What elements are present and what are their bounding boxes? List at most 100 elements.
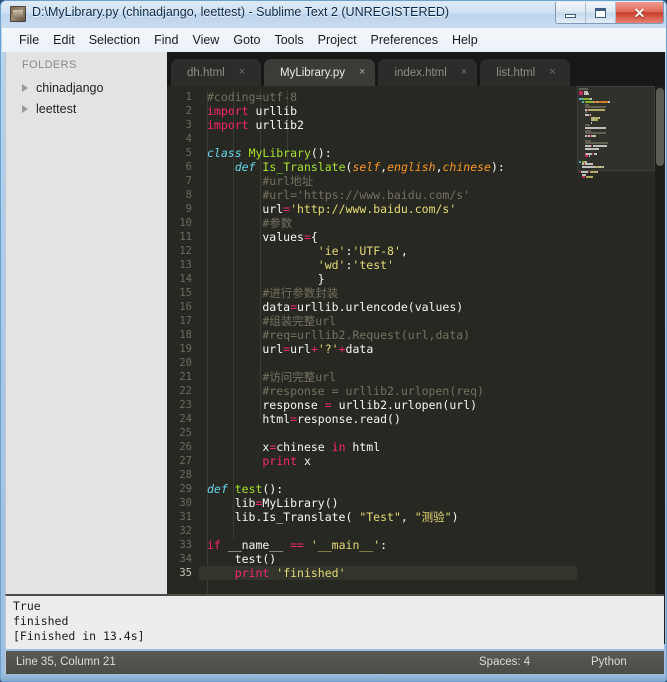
- tab-close-icon[interactable]: ×: [359, 67, 365, 78]
- line-number: 33: [179, 539, 192, 551]
- tab-label: index.html: [394, 66, 447, 79]
- code-line[interactable]: [199, 426, 579, 440]
- sidebar-item-leettest[interactable]: leettest: [6, 98, 167, 119]
- line-number: 11: [179, 231, 192, 243]
- code-token: +: [310, 342, 318, 356]
- code-line[interactable]: class MyLibrary():: [199, 146, 579, 160]
- tab-close-icon[interactable]: ×: [549, 67, 555, 78]
- sidebar-item-chinadjango[interactable]: chinadjango: [6, 77, 167, 98]
- code-token: ):: [490, 160, 505, 174]
- code-token: urllib.urlencode(values): [297, 300, 464, 314]
- minimize-button[interactable]: [556, 2, 586, 23]
- close-icon: ✕: [633, 4, 646, 21]
- code-line[interactable]: test(): [199, 552, 579, 566]
- sidebar: FOLDERS chinadjango leettest: [6, 52, 167, 644]
- close-button[interactable]: ✕: [616, 2, 663, 23]
- code-line[interactable]: url=url+'?'+data: [199, 342, 579, 356]
- line-number: 35: [179, 567, 192, 579]
- code-content[interactable]: #coding=utf-8 import urllib import urllib2…: [199, 86, 579, 644]
- code-token: ():: [310, 146, 332, 160]
- code-line[interactable]: response = urllib2.urlopen(url): [199, 398, 579, 412]
- code-line[interactable]: def test():: [199, 482, 579, 496]
- minimap[interactable]: [577, 86, 655, 644]
- code-line[interactable]: #url地址: [199, 174, 579, 188]
- build-output-console[interactable]: True finished [Finished in 13.4s]: [5, 594, 664, 649]
- menu-item-tools[interactable]: Tools: [267, 31, 310, 49]
- code-token: values: [207, 230, 304, 244]
- code-token: response: [207, 398, 325, 412]
- code-line[interactable]: def Is_Translate(self,english,chinese):: [199, 160, 579, 174]
- line-number: 27: [179, 455, 192, 467]
- code-line[interactable]: #response = urllib2.urlopen(req): [199, 384, 579, 398]
- code-token: def: [207, 482, 228, 496]
- code-line[interactable]: if __name__ == '__main__':: [199, 538, 579, 552]
- line-number: 32: [179, 525, 192, 537]
- code-line[interactable]: print x: [199, 454, 579, 468]
- tab-close-icon[interactable]: ×: [239, 67, 245, 78]
- code-line[interactable]: url='http://www.baidu.com/s': [199, 202, 579, 216]
- code-line[interactable]: [199, 524, 579, 538]
- code-line[interactable]: #coding=utf-8: [199, 90, 579, 104]
- code-line[interactable]: #访问完整url: [199, 370, 579, 384]
- code-line[interactable]: 'wd':'test': [199, 258, 579, 272]
- code-token: 'test': [352, 258, 394, 272]
- maximize-button[interactable]: [586, 2, 616, 23]
- code-token: #req=urllib2.Request(url,data): [207, 328, 471, 342]
- line-number: 30: [179, 497, 192, 509]
- code-line[interactable]: lib=MyLibrary(): [199, 496, 579, 510]
- code-line[interactable]: #进行参数封装: [199, 286, 579, 300]
- menu-item-selection[interactable]: Selection: [82, 31, 147, 49]
- scrollbar-thumb[interactable]: [656, 88, 664, 166]
- console-line: finished: [13, 614, 69, 628]
- line-number-gutter: 1 2 3 4 5 6 7 8 9 10 11 12 13 14 15 16 17 18 19 20 21 22 23 24 2…: [167, 86, 199, 644]
- code-line[interactable]: x=chinese in html: [199, 440, 579, 454]
- tab-index-html[interactable]: index.html ×: [378, 59, 478, 86]
- code-token: MyLibrary: [248, 146, 311, 160]
- code-token: {: [310, 230, 318, 244]
- menu-item-file[interactable]: File: [12, 31, 46, 49]
- code-line[interactable]: values={: [199, 230, 579, 244]
- status-indent-setting[interactable]: Spaces: 4: [479, 656, 530, 668]
- menu-item-edit[interactable]: Edit: [46, 31, 82, 49]
- menu-item-find[interactable]: Find: [147, 31, 185, 49]
- menu-item-project[interactable]: Project: [311, 31, 364, 49]
- code-line[interactable]: import urllib: [199, 104, 579, 118]
- tab-list-html[interactable]: list.html ×: [480, 59, 571, 86]
- tab-mylibrary-py[interactable]: MyLibrary.py ×: [264, 59, 376, 86]
- window-controls: ✕: [555, 2, 664, 24]
- tab-label: list.html: [496, 66, 536, 79]
- code-line[interactable]: #url='https://www.baidu.com/s': [199, 188, 579, 202]
- code-line[interactable]: [199, 468, 579, 482]
- line-number: 29: [179, 483, 192, 495]
- code-line[interactable]: #req=urllib2.Request(url,data): [199, 328, 579, 342]
- tab-dh-html[interactable]: dh.html ×: [171, 59, 261, 86]
- code-line[interactable]: [199, 132, 579, 146]
- menu-item-help[interactable]: Help: [445, 31, 485, 49]
- menu-item-goto[interactable]: Goto: [226, 31, 267, 49]
- code-line[interactable]: print 'finished': [199, 566, 579, 580]
- code-token: import: [207, 104, 249, 118]
- tab-close-icon[interactable]: ×: [461, 67, 467, 78]
- line-number: 2: [185, 105, 192, 117]
- status-language-mode[interactable]: Python: [591, 656, 627, 668]
- code-token: __name__: [220, 538, 291, 552]
- code-line[interactable]: }: [199, 272, 579, 286]
- menu-item-preferences[interactable]: Preferences: [364, 31, 445, 49]
- code-token: chinese: [276, 440, 332, 454]
- code-line[interactable]: lib.Is_Translate( "Test", "测验"): [199, 510, 579, 524]
- code-line[interactable]: 'ie':'UTF-8',: [199, 244, 579, 258]
- code-line[interactable]: #组装完整url: [199, 314, 579, 328]
- code-line[interactable]: data=urllib.urlencode(values): [199, 300, 579, 314]
- code-line[interactable]: #参数: [199, 216, 579, 230]
- line-number: 10: [179, 217, 192, 229]
- code-token: ,: [400, 510, 415, 524]
- menu-item-view[interactable]: View: [185, 31, 226, 49]
- code-line[interactable]: [199, 356, 579, 370]
- minimap-line: [579, 171, 655, 173]
- code-line[interactable]: import urllib2: [199, 118, 579, 132]
- code-line[interactable]: html=response.read(): [199, 412, 579, 426]
- editor-vertical-scrollbar[interactable]: [655, 86, 665, 644]
